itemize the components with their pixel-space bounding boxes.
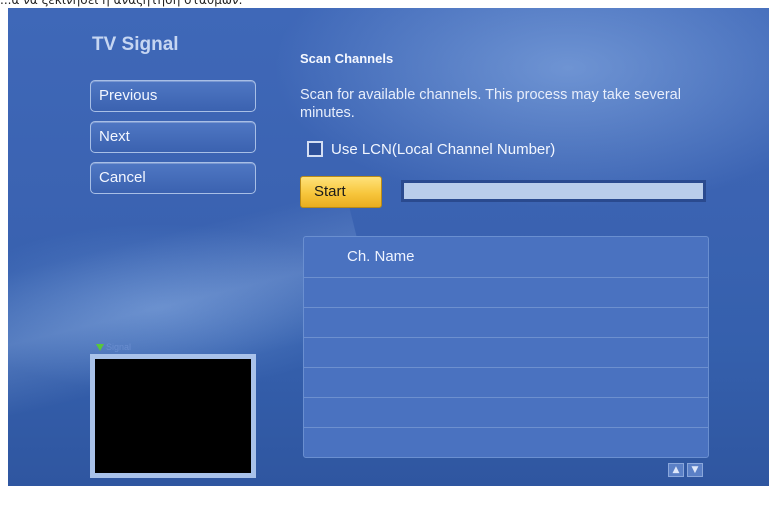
list-item[interactable] [304, 428, 708, 457]
lcn-checkbox-label[interactable]: Use LCN(Local Channel Number) [331, 141, 555, 159]
lcn-checkbox[interactable] [307, 141, 323, 157]
list-item[interactable] [304, 398, 708, 428]
previous-button[interactable]: Previous [90, 80, 256, 112]
channel-list[interactable]: Ch. Name [303, 236, 709, 458]
scan-description: Scan for available channels. This proces… [300, 87, 681, 121]
list-item[interactable] [304, 308, 708, 338]
channel-rows [304, 278, 708, 457]
page-caption: ...α να ξεκινήσει η αναζήτηση σταθμών. [0, 0, 243, 7]
cancel-button[interactable]: Cancel [90, 162, 256, 194]
start-button[interactable]: Start [300, 176, 382, 208]
next-button[interactable]: Next [90, 121, 256, 153]
list-item[interactable] [304, 338, 708, 368]
chevron-down-icon[interactable]: ▼ [687, 463, 703, 477]
list-item[interactable] [304, 368, 708, 398]
section-title: Scan Channels [300, 51, 394, 66]
channel-list-header: Ch. Name [304, 237, 708, 278]
tv-preview-window [90, 354, 256, 478]
page-title: TV Signal [92, 34, 179, 55]
signal-indicator: Signal [96, 341, 131, 353]
signal-antenna-icon [96, 344, 104, 352]
scan-progress-bar [401, 180, 706, 202]
list-item[interactable] [304, 278, 708, 308]
signal-label: Signal [106, 342, 132, 352]
chevron-up-icon[interactable]: ▲ [668, 463, 684, 477]
wizard-screen: TV Signal Previous Next Cancel Scan Chan… [8, 8, 769, 486]
